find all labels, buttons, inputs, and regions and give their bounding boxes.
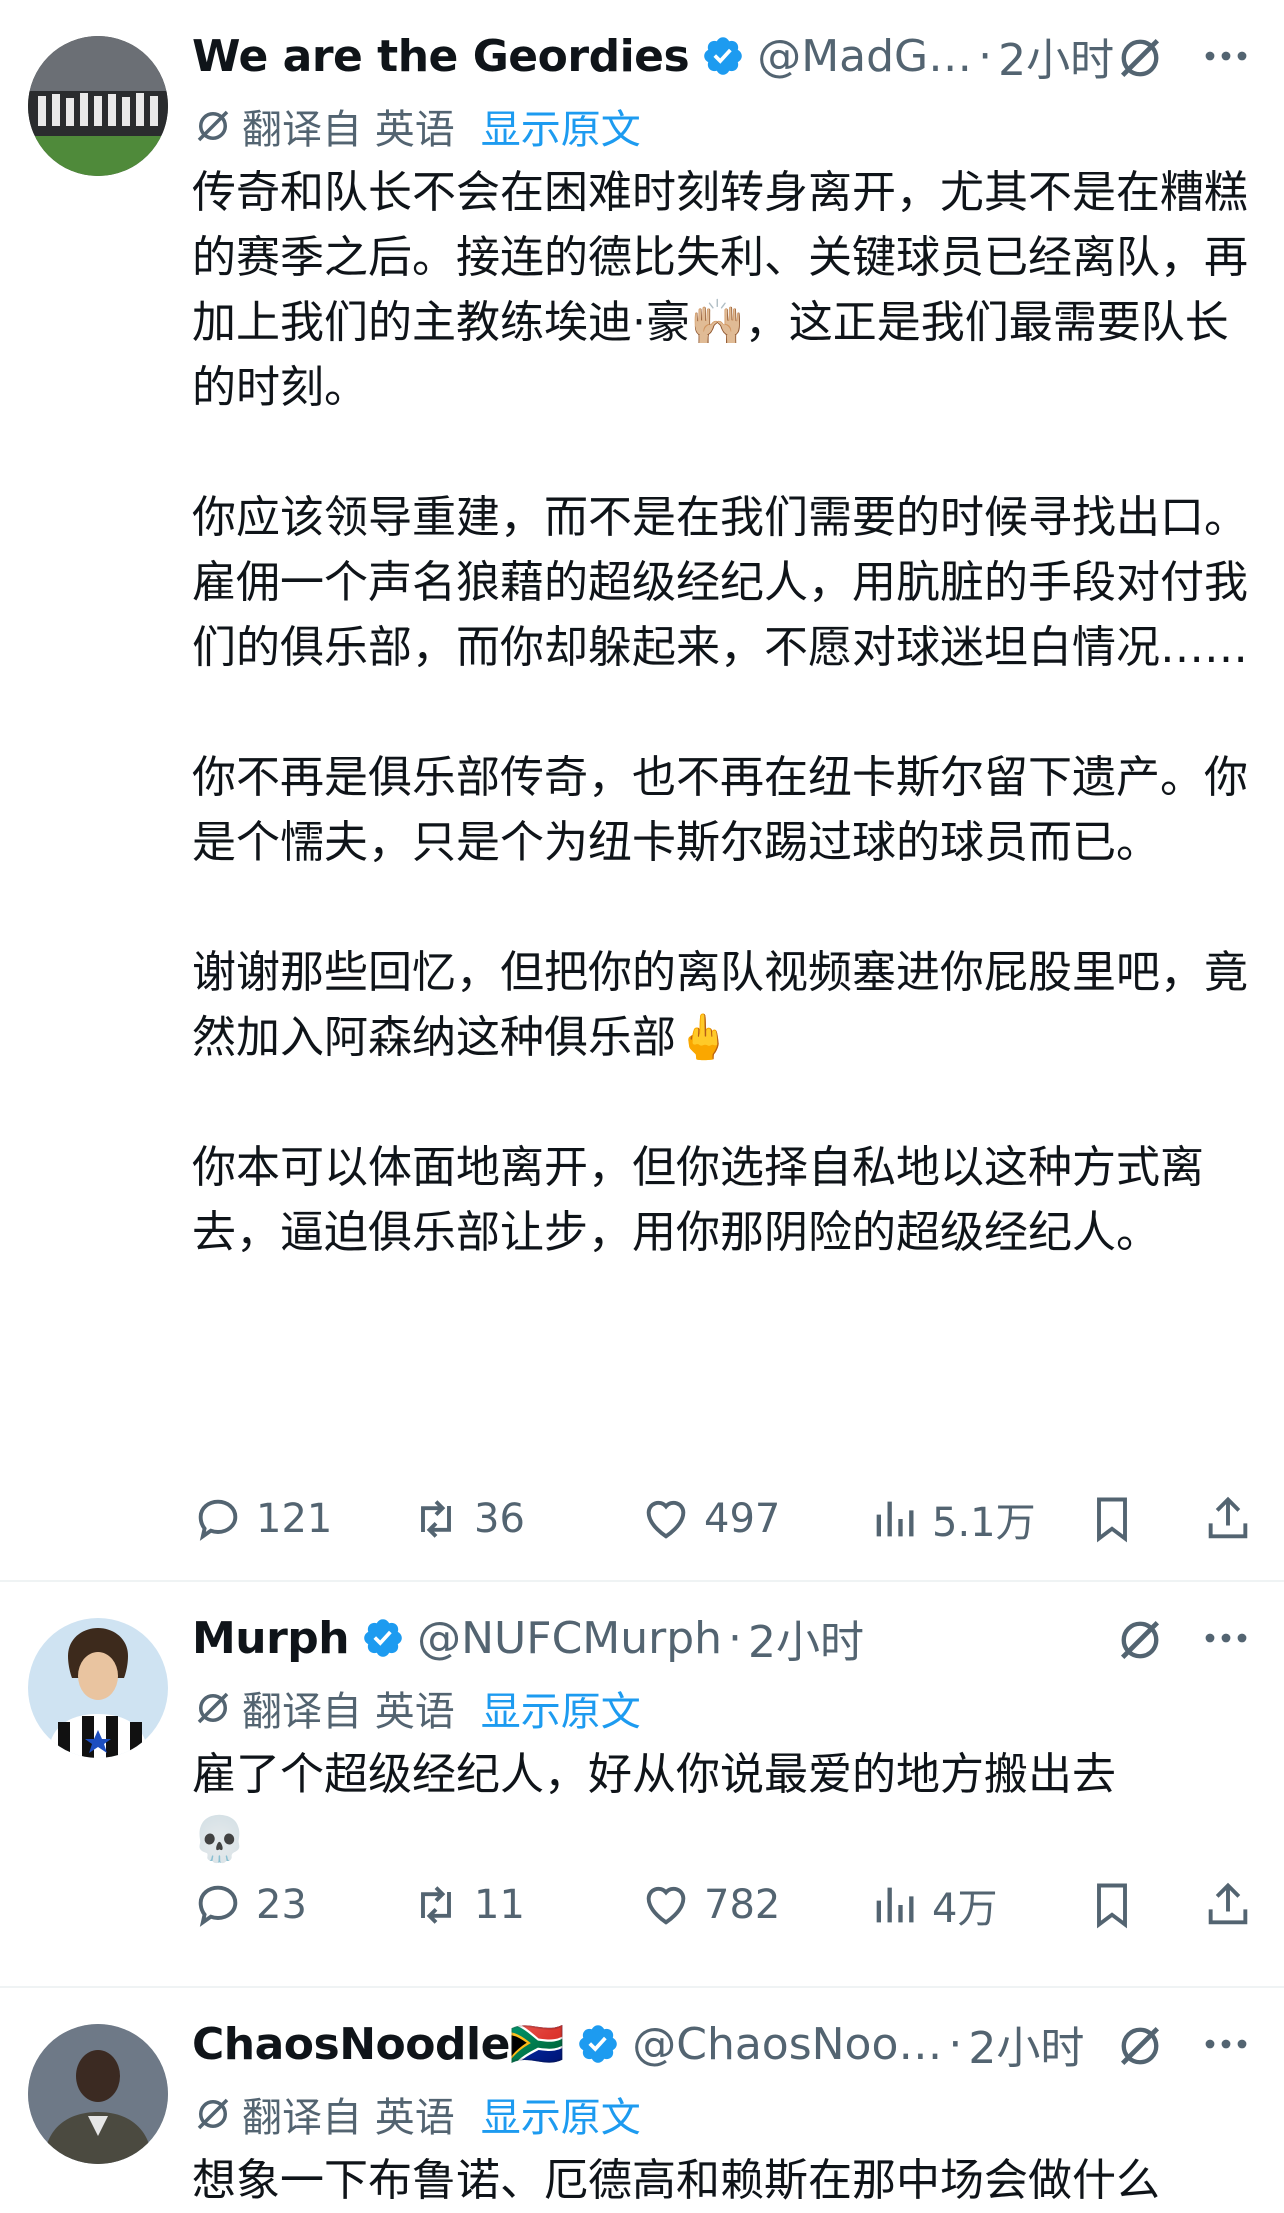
show-original-link[interactable]: 显示原文 [481, 1679, 641, 1737]
bookmark-button[interactable] [1086, 1493, 1150, 1545]
translate-icon [197, 1692, 229, 1724]
views-button[interactable]: 4万 [868, 1876, 997, 1934]
like-icon [646, 1500, 686, 1539]
tweet-3[interactable]: ChaosNoodle🇿🇦 @ChaosNoo… · 2小时 翻译自 英语 显示… [0, 1988, 1284, 2213]
reply-count: 23 [256, 1882, 307, 1928]
verified-badge-icon [364, 1619, 402, 1657]
author-name[interactable]: ChaosNoodle🇿🇦 [192, 2018, 565, 2070]
like-count: 497 [704, 1496, 781, 1542]
more-icon[interactable] [1196, 2018, 1256, 2070]
separator-dot: · [728, 1612, 743, 1664]
grok-icon[interactable] [1114, 1614, 1166, 1666]
avatar[interactable] [28, 2024, 168, 2164]
translated-from-label: 翻译自 英语 [242, 1689, 455, 1735]
like-count: 782 [704, 1882, 781, 1928]
separator-dot: · [978, 30, 993, 82]
views-button[interactable]: 5.1万 [868, 1490, 1036, 1548]
timestamp[interactable]: 2小时 [748, 1606, 864, 1670]
bookmark-icon [1097, 1883, 1127, 1929]
avatar-image [28, 2024, 168, 2164]
verified-badge-icon [704, 37, 742, 75]
reply-icon [198, 1885, 238, 1927]
tweet-header: We are the Geordies @MadG… · 2小时 [192, 24, 1260, 88]
author-name[interactable]: Murph [192, 1613, 350, 1664]
reply-button[interactable]: 121 [192, 1493, 332, 1545]
translate-icon [197, 110, 229, 142]
retweet-count: 11 [474, 1882, 525, 1928]
action-bar: 23 11 782 4万 [192, 1875, 1256, 1935]
tweet-text: 传奇和队长不会在困难时刻转身离开，尤其不是在糟糕的赛季之后。接连的德比失利、关键… [192, 167, 1248, 1258]
action-bar: 121 36 497 5.1万 [192, 1489, 1256, 1549]
more-icon[interactable] [1196, 1612, 1256, 1664]
show-original-link[interactable]: 显示原文 [481, 97, 641, 155]
grok-icon[interactable] [1114, 2020, 1166, 2072]
translation-bar: 翻译自 英语 显示原文 [192, 2085, 641, 2143]
translation-bar: 翻译自 英语 显示原文 [192, 97, 641, 155]
retweet-button[interactable]: 36 [410, 1493, 525, 1545]
author-name[interactable]: We are the Geordies [192, 31, 690, 82]
tweet-header: Murph @NUFCMurph · 2小时 [192, 1606, 1260, 1670]
views-icon [876, 1501, 914, 1537]
author-handle[interactable]: @MadG… [757, 31, 972, 82]
tweet-1[interactable]: We are the Geordies @MadG… · 2小时 翻译自 英语 … [0, 0, 1284, 1580]
avatar[interactable] [28, 1618, 168, 1758]
like-button[interactable]: 782 [640, 1879, 780, 1931]
author-handle[interactable]: @NUFCMurph [417, 1613, 722, 1664]
translation-bar: 翻译自 英语 显示原文 [192, 1679, 641, 1737]
grok-icon[interactable] [1114, 32, 1166, 84]
reply-button[interactable]: 23 [192, 1879, 307, 1931]
retweet-count: 36 [474, 1496, 525, 1542]
share-button[interactable] [1202, 1879, 1266, 1931]
timestamp[interactable]: 2小时 [968, 2012, 1084, 2076]
tweet-text: 想象一下布鲁诺、厄德高和赖斯在那中场会做什么 [192, 2155, 1160, 2206]
tweet-2[interactable]: Murph @NUFCMurph · 2小时 翻译自 英语 显示原文 雇了个超级… [0, 1582, 1284, 1986]
share-icon [1208, 1882, 1248, 1925]
like-button[interactable]: 497 [640, 1493, 780, 1545]
separator-dot: · [948, 2018, 963, 2070]
share-button[interactable] [1202, 1493, 1266, 1545]
translated-from-label: 翻译自 英语 [242, 2095, 455, 2141]
retweet-icon [421, 1500, 451, 1538]
bookmark-button[interactable] [1086, 1879, 1150, 1931]
avatar-image [28, 1618, 168, 1758]
tweet-text: 雇了个超级经纪人，好从你说最爱的地方搬出去 💀 [192, 1749, 1116, 1865]
tweet-header: ChaosNoodle🇿🇦 @ChaosNoo… · 2小时 [192, 2012, 1260, 2076]
bookmark-icon [1097, 1497, 1127, 1543]
view-count: 5.1万 [932, 1500, 1036, 1546]
reply-icon [198, 1499, 238, 1541]
retweet-icon [421, 1886, 451, 1924]
share-icon [1208, 1496, 1248, 1539]
reply-count: 121 [256, 1496, 333, 1542]
avatar[interactable] [28, 36, 168, 176]
translated-from-label: 翻译自 英语 [242, 107, 455, 153]
timestamp[interactable]: 2小时 [998, 24, 1114, 88]
translate-icon [197, 2098, 229, 2130]
verified-badge-icon [579, 2025, 618, 2063]
like-icon [646, 1886, 686, 1925]
view-count: 4万 [932, 1886, 998, 1932]
more-icon[interactable] [1196, 30, 1256, 82]
retweet-button[interactable]: 11 [410, 1879, 525, 1931]
avatar-image [28, 36, 168, 176]
author-handle[interactable]: @ChaosNoo… [632, 2019, 942, 2070]
views-icon [876, 1887, 914, 1923]
show-original-link[interactable]: 显示原文 [481, 2085, 641, 2143]
